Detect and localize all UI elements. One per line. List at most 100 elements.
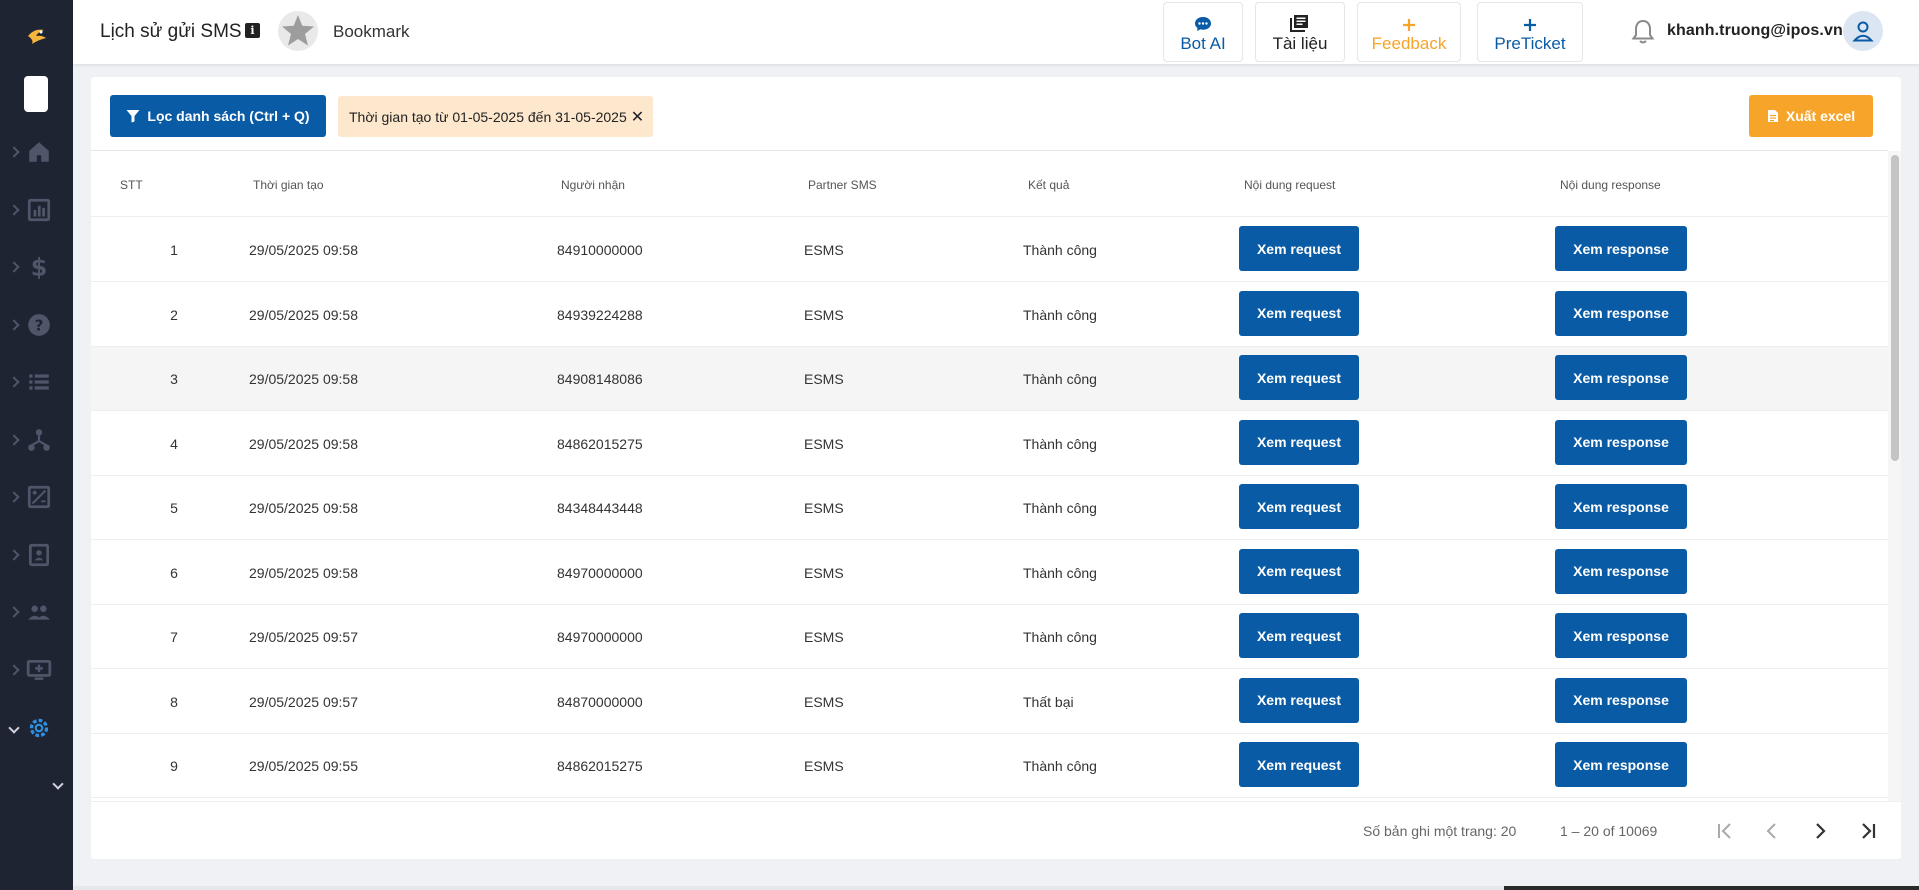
view-request-button[interactable]: Xem request xyxy=(1239,419,1359,465)
prev-page-button[interactable] xyxy=(1755,814,1789,848)
cell-stt: 5 xyxy=(170,500,178,516)
cell-created-time: 29/05/2025 09:57 xyxy=(249,693,358,710)
cell-stt: 6 xyxy=(170,564,178,581)
info-icon[interactable]: i xyxy=(245,23,260,38)
chevron-left-icon xyxy=(1766,823,1776,839)
view-request-button[interactable]: Xem request xyxy=(1239,290,1359,336)
sidebar-item-settings[interactable] xyxy=(0,708,73,748)
sidebar-item-help[interactable]: ? xyxy=(0,305,73,345)
scrollbar-thumb[interactable] xyxy=(1891,155,1899,461)
app-logo-icon[interactable] xyxy=(24,22,50,48)
sidebar-item-finance[interactable]: $ xyxy=(0,247,73,287)
close-icon[interactable]: ✕ xyxy=(631,107,644,127)
sidebar-item-contacts[interactable] xyxy=(0,535,73,575)
feedback-button[interactable]: Feedback xyxy=(1357,2,1461,62)
user-icon xyxy=(1852,21,1874,42)
filter-button-label: Lọc danh sách (Ctrl + Q) xyxy=(147,108,310,124)
view-request-button[interactable]: Xem request xyxy=(1239,677,1359,723)
preticket-button[interactable]: PreTicket xyxy=(1477,2,1583,62)
avatar[interactable] xyxy=(1843,11,1883,51)
filter-button[interactable]: Lọc danh sách (Ctrl + Q) xyxy=(110,95,326,137)
cell-created-time: 29/05/2025 09:58 xyxy=(249,564,358,581)
cell-recipient: 84870000000 xyxy=(557,693,643,710)
cell-result: Thành công xyxy=(1023,435,1097,452)
cell-stt: 8 xyxy=(170,693,178,710)
table-row: 2 29/05/2025 09:58 84939224288 ESMS Thành cô… xyxy=(91,283,1888,347)
view-response-button[interactable]: Xem response xyxy=(1555,484,1687,529)
last-page-icon xyxy=(1862,823,1876,839)
view-request-button[interactable]: Xem request xyxy=(1239,742,1359,787)
cell-recipient: 84862015275 xyxy=(557,758,643,774)
svg-text:$: $ xyxy=(31,254,48,280)
export-excel-button[interactable]: Xuất excel xyxy=(1749,95,1873,137)
view-request-button[interactable]: Xem request xyxy=(1239,548,1359,594)
chevron-right-icon xyxy=(8,261,20,273)
column-header-recipient: Người nhận xyxy=(561,178,625,192)
bot-ai-label: Bot AI xyxy=(1180,34,1226,53)
cell-partner: ESMS xyxy=(804,435,844,452)
monitor-add-icon xyxy=(26,659,52,680)
view-request-button[interactable]: Xem request xyxy=(1239,355,1359,400)
sidebar-item-calculator[interactable] xyxy=(0,477,73,517)
cell-result: Thành công xyxy=(1023,500,1097,516)
view-response-button[interactable]: Xem response xyxy=(1555,548,1687,594)
cell-partner: ESMS xyxy=(804,564,844,581)
chevron-down-icon[interactable] xyxy=(52,778,64,790)
next-page-button[interactable] xyxy=(1803,814,1837,848)
column-header-response: Nội dung response xyxy=(1560,178,1661,192)
bell-icon[interactable] xyxy=(1629,18,1657,46)
cell-partner: ESMS xyxy=(804,758,844,774)
table-row: 3 29/05/2025 09:58 84908148086 ESMS Thành cô… xyxy=(91,347,1888,411)
cell-result: Thành công xyxy=(1023,242,1097,258)
chevron-right-icon xyxy=(8,434,20,446)
rows-per-page[interactable]: Số bản ghi một trang: 20 xyxy=(1363,823,1516,839)
cell-stt: 9 xyxy=(170,758,178,774)
preticket-label: PreTicket xyxy=(1494,34,1566,53)
sidebar-item-list[interactable] xyxy=(0,362,73,402)
filter-icon xyxy=(126,110,140,123)
view-request-button[interactable]: Xem request xyxy=(1239,613,1359,658)
view-response-button[interactable]: Xem response xyxy=(1555,290,1687,336)
contact-card-icon xyxy=(28,543,50,567)
cell-stt: 3 xyxy=(170,371,178,387)
user-email[interactable]: khanh.truong@ipos.vn xyxy=(1667,22,1843,40)
view-response-button[interactable]: Xem response xyxy=(1555,742,1687,787)
sidebar-item-reports[interactable] xyxy=(0,190,73,230)
chevron-down-icon xyxy=(8,722,20,734)
view-response-button[interactable]: Xem response xyxy=(1555,613,1687,658)
chevron-right-icon xyxy=(8,549,20,561)
chevron-right-icon xyxy=(8,606,20,618)
cell-result: Thành công xyxy=(1023,629,1097,645)
sidebar-item-hierarchy[interactable] xyxy=(0,420,73,460)
last-page-button[interactable] xyxy=(1851,814,1885,848)
star-icon[interactable] xyxy=(277,10,319,52)
cell-created-time: 29/05/2025 09:57 xyxy=(249,629,358,645)
first-page-button[interactable] xyxy=(1708,814,1742,848)
view-request-button[interactable]: Xem request xyxy=(1239,484,1359,529)
column-header-request: Nội dung request xyxy=(1244,178,1336,192)
cell-recipient: 84910000000 xyxy=(557,242,643,258)
table-row: 6 29/05/2025 09:58 84970000000 ESMS Thành cô… xyxy=(91,541,1888,605)
chevron-right-icon xyxy=(8,146,20,158)
bar-chart-icon xyxy=(27,198,51,222)
sidebar-item-devices[interactable] xyxy=(0,650,73,690)
cell-stt: 1 xyxy=(170,242,178,258)
column-header-partner: Partner SMS xyxy=(808,178,877,192)
help-icon: ? xyxy=(28,314,50,336)
workspace-selector[interactable] xyxy=(24,76,48,112)
bookmark-label[interactable]: Bookmark xyxy=(333,22,410,42)
export-excel-label: Xuất excel xyxy=(1785,108,1856,124)
view-request-button[interactable]: Xem request xyxy=(1239,226,1359,271)
bot-ai-button[interactable]: Bot AI xyxy=(1163,2,1243,62)
chevron-right-icon xyxy=(8,491,20,503)
view-response-button[interactable]: Xem response xyxy=(1555,419,1687,465)
sidebar-item-home[interactable] xyxy=(0,132,73,172)
documents-button[interactable]: Tài liệu xyxy=(1255,2,1345,62)
view-response-button[interactable]: Xem response xyxy=(1555,677,1687,723)
sidebar-item-users[interactable] xyxy=(0,592,73,632)
cell-created-time: 29/05/2025 09:55 xyxy=(249,758,358,774)
cell-partner: ESMS xyxy=(804,371,844,387)
view-response-button[interactable]: Xem response xyxy=(1555,355,1687,400)
chevron-right-icon xyxy=(8,204,20,216)
view-response-button[interactable]: Xem response xyxy=(1555,226,1687,271)
